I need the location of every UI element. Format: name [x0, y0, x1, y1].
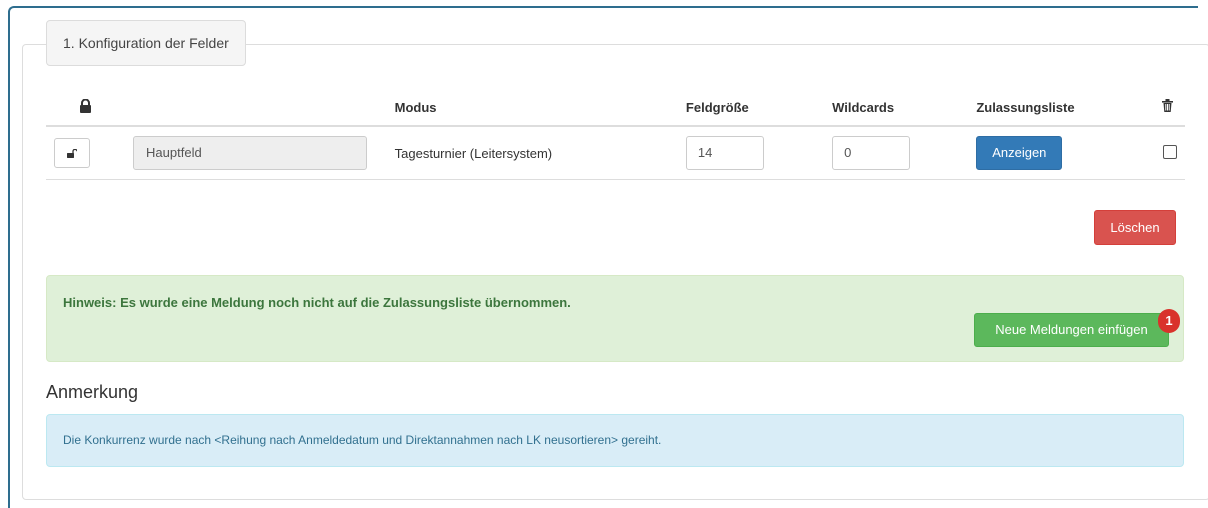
show-admission-list-button[interactable]: Anzeigen	[976, 136, 1063, 170]
size-cell: 14	[677, 126, 825, 180]
lock-icon	[79, 98, 92, 116]
panel-legend: 1. Konfiguration der Felder	[46, 20, 246, 66]
admission-list-cell: Anzeigen	[968, 126, 1150, 180]
field-name-input[interactable]: Hauptfeld	[133, 136, 368, 170]
mode-cell: Tagesturnier (Leitersystem)	[386, 126, 678, 180]
table-header-row: Modus Feldgröße Wildcards Zulassungslist…	[46, 89, 1185, 127]
unlock-icon	[67, 146, 78, 161]
field-size-input[interactable]: 14	[685, 136, 764, 170]
wildcards-column-header: Wildcards	[824, 89, 969, 127]
wildcards-cell: 0	[824, 126, 969, 180]
remark-heading: Anmerkung	[46, 382, 139, 402]
delete-button[interactable]: Löschen	[1094, 210, 1176, 245]
table-row: Hauptfeld Tagesturnier (Leitersystem) 14…	[46, 126, 1185, 180]
wildcards-input[interactable]: 0	[832, 136, 911, 170]
admission-list-column-header: Zulassungsliste	[968, 89, 1150, 127]
name-cell: Hauptfeld	[125, 126, 387, 180]
fields-table: Modus Feldgröße Wildcards Zulassungslist…	[46, 89, 1185, 180]
mode-column-header: Modus	[386, 89, 678, 127]
row-select-checkbox[interactable]	[1163, 144, 1177, 159]
pending-count-badge: 1	[1158, 309, 1180, 333]
lock-column-header	[46, 89, 126, 127]
notice-alert: Hinweis: Es wurde eine Meldung noch nich…	[46, 275, 1184, 362]
name-column-header	[125, 89, 387, 127]
trash-icon	[1162, 99, 1173, 115]
notice-text: Hinweis: Es wurde eine Meldung noch nich…	[63, 295, 571, 310]
unlock-button[interactable]	[54, 138, 90, 168]
delete-column-header	[1150, 89, 1185, 127]
select-cell	[1150, 126, 1185, 180]
lock-cell	[46, 126, 126, 180]
insert-new-entries-button[interactable]: Neue Meldungen einfügen	[974, 313, 1169, 347]
size-column-header: Feldgröße	[677, 89, 825, 127]
remark-info-alert: Die Konkurrenz wurde nach <Reihung nach …	[46, 414, 1184, 467]
